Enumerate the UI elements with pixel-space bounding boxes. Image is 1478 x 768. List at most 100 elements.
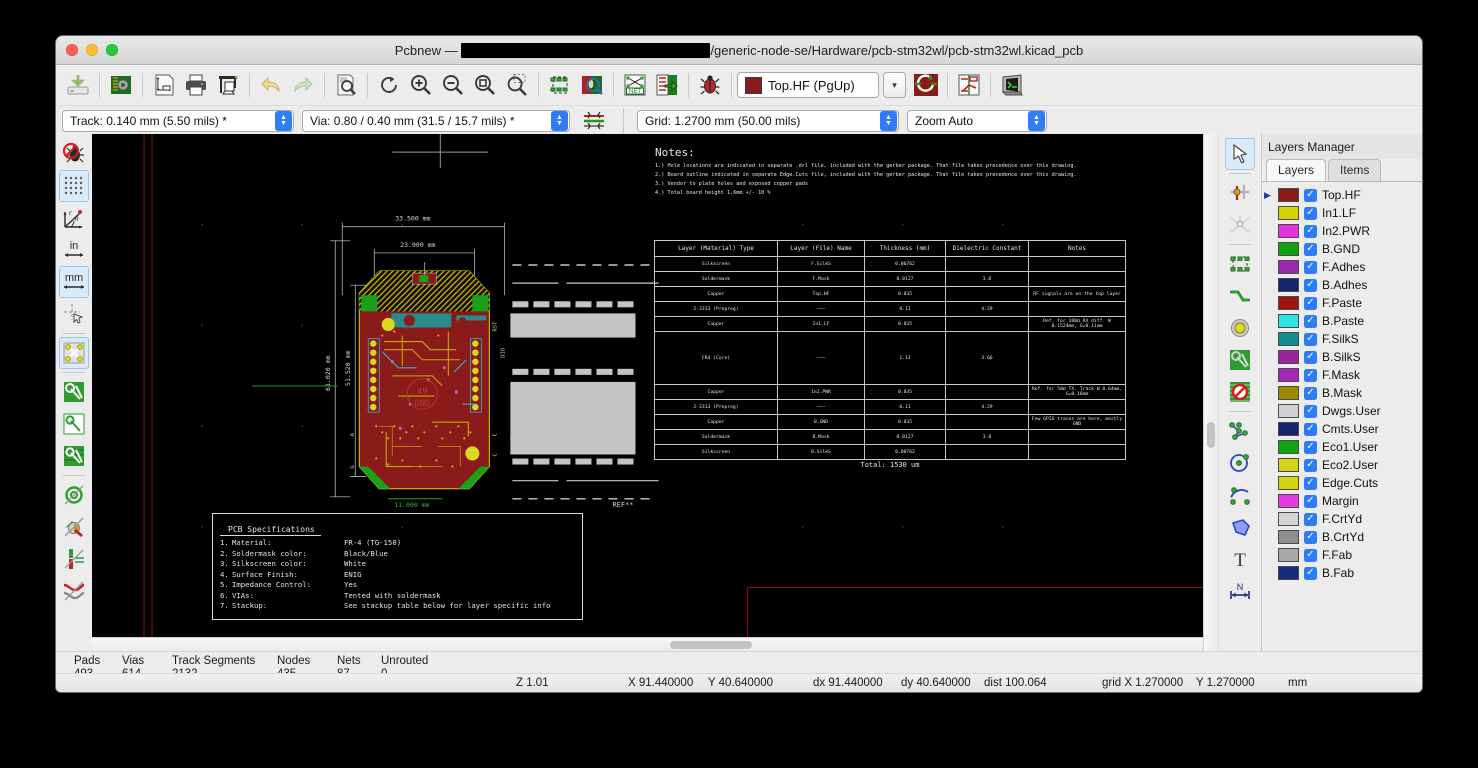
highlight-net-tool[interactable]: [1225, 209, 1255, 241]
layer-visibility-checkbox[interactable]: ✓: [1304, 440, 1317, 454]
layer-row[interactable]: ✓ F.Mask: [1262, 366, 1422, 384]
add-text-tool[interactable]: T: [1225, 543, 1255, 575]
via-size-stepper[interactable]: ▲ ▼: [551, 111, 568, 131]
layer-row[interactable]: ✓ In1.LF: [1262, 204, 1422, 222]
print-icon[interactable]: [180, 69, 212, 101]
add-dimension-tool[interactable]: N: [1225, 575, 1255, 607]
layer-row[interactable]: ✓ B.CrtYd: [1262, 528, 1422, 546]
find-icon[interactable]: [330, 69, 362, 101]
layer-visibility-checkbox[interactable]: ✓: [1304, 350, 1317, 364]
cursor-shape-toggle[interactable]: [59, 298, 89, 330]
layer-visibility-checkbox[interactable]: ✓: [1304, 458, 1317, 472]
via-size-select[interactable]: Via: 0.80 / 0.40 mm (31.5 / 15.7 mils) *…: [302, 110, 570, 132]
layer-color-swatch[interactable]: [1278, 404, 1299, 418]
plot-icon[interactable]: [212, 69, 244, 101]
layer-color-swatch[interactable]: [1278, 242, 1299, 256]
add-keepout-tool[interactable]: [1225, 376, 1255, 408]
zone-outline-toggle[interactable]: [59, 408, 89, 440]
track-width-stepper[interactable]: ▲ ▼: [275, 111, 292, 131]
draw-circle-tool[interactable]: [1225, 447, 1255, 479]
layer-color-swatch[interactable]: [1278, 422, 1299, 436]
layer-row[interactable]: ✓ Eco1.User: [1262, 438, 1422, 456]
chevron-down-icon[interactable]: ▾: [883, 72, 906, 98]
netlist-icon[interactable]: NET: [619, 69, 651, 101]
layer-color-swatch[interactable]: [1278, 224, 1299, 238]
track-via-settings-icon[interactable]: [578, 105, 610, 137]
layer-color-swatch[interactable]: [1278, 350, 1299, 364]
save-board-icon[interactable]: [62, 69, 94, 101]
select-tool[interactable]: [1225, 138, 1255, 170]
layer-color-swatch[interactable]: [1278, 494, 1299, 508]
h-scroll-thumb[interactable]: [669, 641, 752, 649]
zoom-fit-icon[interactable]: [469, 69, 501, 101]
draw-line-tool[interactable]: [1225, 415, 1255, 447]
layer-color-swatch[interactable]: [1278, 332, 1299, 346]
zoom-select[interactable]: Zoom Auto ▲ ▼: [907, 110, 1047, 132]
redo-icon[interactable]: [287, 69, 319, 101]
layer-row[interactable]: ✓ F.CrtYd: [1262, 510, 1422, 528]
layer-row[interactable]: ✓ F.Fab: [1262, 546, 1422, 564]
highlight-net-icon[interactable]: [910, 69, 942, 101]
layer-visibility-checkbox[interactable]: ✓: [1304, 224, 1317, 238]
layer-row[interactable]: ✓ B.GND: [1262, 240, 1422, 258]
layer-row[interactable]: ✓ F.SilkS: [1262, 330, 1422, 348]
place-footprint-tool[interactable]: [1225, 248, 1255, 280]
track-width-select[interactable]: Track: 0.140 mm (5.50 mils) * ▲ ▼: [62, 110, 294, 132]
layer-color-swatch[interactable]: [1278, 296, 1299, 310]
layer-visibility-checkbox[interactable]: ✓: [1304, 296, 1317, 310]
refresh-icon[interactable]: [373, 69, 405, 101]
drc-warnings-toggle[interactable]: [59, 138, 89, 170]
units-inch-toggle[interactable]: in: [59, 234, 89, 266]
ratsnest-toggle[interactable]: [59, 337, 89, 369]
layer-color-swatch[interactable]: [1278, 512, 1299, 526]
layer-visibility-checkbox[interactable]: ✓: [1304, 566, 1317, 580]
grid-toggle[interactable]: [59, 170, 89, 202]
layer-visibility-checkbox[interactable]: ✓: [1304, 206, 1317, 220]
layer-row[interactable]: ✓ B.SilkS: [1262, 348, 1422, 366]
3d-viewer-icon[interactable]: [996, 69, 1028, 101]
layer-visibility-checkbox[interactable]: ✓: [1304, 422, 1317, 436]
pcb-drawing-area[interactable]: I dream but nothing templates layers0: [92, 134, 1203, 652]
layer-color-swatch[interactable]: [1278, 260, 1299, 274]
zone-hatched-toggle[interactable]: [59, 440, 89, 472]
layer-visibility-checkbox[interactable]: ✓: [1304, 512, 1317, 526]
layer-visibility-checkbox[interactable]: ✓: [1304, 494, 1317, 508]
add-via-tool[interactable]: [1225, 312, 1255, 344]
layer-color-swatch[interactable]: [1278, 206, 1299, 220]
pcb-canvas[interactable]: I dream but nothing templates layers0: [92, 134, 1203, 652]
layer-color-swatch[interactable]: [1278, 368, 1299, 382]
v-scroll-thumb[interactable]: [1207, 422, 1215, 448]
layer-row[interactable]: ✓ B.Mask: [1262, 384, 1422, 402]
layer-visibility-checkbox[interactable]: ✓: [1304, 278, 1317, 292]
route-track-tool[interactable]: [1225, 280, 1255, 312]
graphics-sketch-toggle[interactable]: [59, 575, 89, 607]
undo-icon[interactable]: [255, 69, 287, 101]
draw-polygon-tool[interactable]: [1225, 511, 1255, 543]
canvas-horizontal-scrollbar[interactable]: [92, 637, 1203, 652]
layer-visibility-checkbox[interactable]: ✓: [1304, 548, 1317, 562]
pad-sketch-toggle[interactable]: [59, 511, 89, 543]
layer-visibility-checkbox[interactable]: ✓: [1304, 242, 1317, 256]
layer-color-swatch[interactable]: [1278, 458, 1299, 472]
tab-layers[interactable]: Layers: [1266, 159, 1327, 181]
drc-icon[interactable]: [694, 69, 726, 101]
layer-visibility-checkbox[interactable]: ✓: [1304, 368, 1317, 382]
polar-coords-toggle[interactable]: r θ: [59, 202, 89, 234]
layer-visibility-checkbox[interactable]: ✓: [1304, 386, 1317, 400]
layer-visibility-checkbox[interactable]: ✓: [1304, 404, 1317, 418]
active-layer-selector[interactable]: Top.HF (PgUp): [737, 72, 879, 98]
page-settings-icon[interactable]: [148, 69, 180, 101]
track-sketch-toggle[interactable]: [59, 543, 89, 575]
layer-row[interactable]: ✓ B.Adhes: [1262, 276, 1422, 294]
layer-row[interactable]: ✓ B.Paste: [1262, 312, 1422, 330]
layer-row[interactable]: ✓ F.Adhes: [1262, 258, 1422, 276]
grid-stepper[interactable]: ▲ ▼: [880, 111, 897, 131]
local-ratsnest-tool[interactable]: [1225, 177, 1255, 209]
draw-arc-tool[interactable]: [1225, 479, 1255, 511]
update-pcb-icon[interactable]: [651, 69, 683, 101]
tab-items[interactable]: Items: [1328, 159, 1382, 181]
canvas-vertical-scrollbar[interactable]: [1203, 134, 1218, 652]
layer-visibility-checkbox[interactable]: ✓: [1304, 332, 1317, 346]
layer-visibility-checkbox[interactable]: ✓: [1304, 530, 1317, 544]
routing-options-icon[interactable]: [953, 69, 985, 101]
